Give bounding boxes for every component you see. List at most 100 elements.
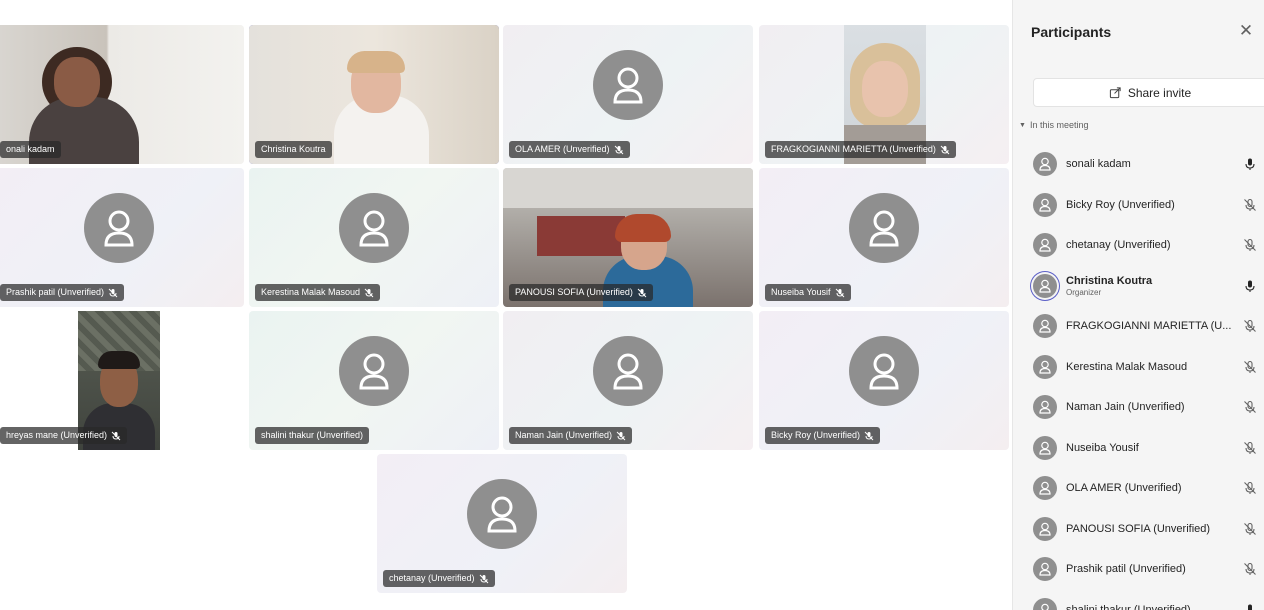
person-icon: [487, 496, 517, 532]
participant-item[interactable]: sonali kadam: [1033, 144, 1264, 184]
person-icon: [359, 210, 389, 246]
participant-item[interactable]: Nuseiba Yousif: [1033, 428, 1264, 468]
person-icon: [1039, 522, 1051, 536]
participant-info: Prashik patil (Unverified): [1066, 563, 1243, 575]
tile-name-tag: shalini thakur (Unverified): [255, 427, 370, 444]
participant-item[interactable]: Bicky Roy (Unverified): [1033, 185, 1264, 225]
participant-info: Naman Jain (Unverified): [1066, 401, 1243, 413]
person-icon: [1039, 198, 1051, 212]
participant-avatar: [1033, 476, 1057, 500]
mic-muted-icon: [940, 145, 950, 155]
video-tile-active-speaker[interactable]: Christina Koutra: [249, 25, 499, 164]
participant-item[interactable]: chetanay (Unverified): [1033, 225, 1264, 265]
video-tile[interactable]: Prashik patil (Unverified): [0, 168, 244, 307]
participant-avatar: [1033, 192, 1057, 217]
tile-name-tag: Nuseiba Yousif: [765, 284, 851, 301]
participant-avatar: [1033, 597, 1057, 610]
mic-muted-icon: [364, 288, 374, 298]
person-icon: [869, 353, 899, 389]
video-tile[interactable]: FRAGKOGIANNI MARIETTA (Unverified): [759, 25, 1009, 164]
person-icon: [613, 353, 643, 389]
close-button[interactable]: ✕: [1237, 22, 1255, 40]
participant-item[interactable]: Prashik patil (Unverified): [1033, 549, 1264, 589]
tile-name-tag: Bicky Roy (Unverified): [765, 427, 881, 444]
person-icon: [359, 353, 389, 389]
participant-item[interactable]: Naman Jain (Unverified): [1033, 387, 1264, 427]
mic-icon: [1243, 157, 1257, 171]
avatar: [849, 192, 919, 263]
person-icon: [1041, 603, 1049, 610]
share-invite-button[interactable]: Share invite: [1033, 78, 1264, 107]
person-icon: [1039, 319, 1051, 333]
participant-name: Bicky Roy (Unverified): [1066, 198, 1175, 211]
video-tile[interactable]: Nuseiba Yousif: [759, 168, 1009, 307]
video-tile[interactable]: onali kadam: [0, 25, 244, 164]
mic-muted-icon: [111, 431, 121, 441]
tile-name-tag: onali kadam: [0, 141, 61, 158]
tile-name-tag: OLA AMER (Unverified): [509, 141, 630, 158]
participant-name: shalini thakur (Unverified): [1066, 603, 1191, 610]
mic-muted-icon: [1243, 562, 1257, 576]
participant-avatar: [1033, 516, 1057, 541]
participant-avatar: [1033, 354, 1057, 379]
mic-muted-icon: [1243, 319, 1257, 333]
video-tile[interactable]: OLA AMER (Unverified): [503, 25, 753, 164]
mic-icon: [1243, 603, 1257, 610]
avatar: [593, 49, 663, 120]
mic-muted-icon: [1243, 400, 1257, 414]
person-icon: [1039, 562, 1051, 576]
participant-info: Kerestina Malak Masoud: [1066, 361, 1243, 373]
participant-avatar: [1033, 557, 1057, 581]
video-tile[interactable]: Bicky Roy (Unverified): [759, 311, 1009, 450]
participant-name: Christina Koutra: [1066, 274, 1153, 287]
participant-info: PANOUSI SOFIA (Unverified): [1066, 523, 1243, 535]
caret-down-icon: ▼: [1019, 121, 1026, 129]
person-icon: [1039, 360, 1051, 374]
tile-name-tag: PANOUSI SOFIA (Unverified): [509, 284, 653, 301]
participant-info: Christina Koutra Organizer: [1066, 275, 1243, 297]
participant-avatar: [1033, 314, 1057, 338]
in-meeting-section-toggle[interactable]: ▼ In this meeting: [1019, 120, 1088, 130]
participant-role: Organizer: [1066, 287, 1102, 297]
avatar: [84, 192, 154, 263]
mic-muted-icon: [1243, 198, 1257, 212]
close-icon: ✕: [1238, 21, 1254, 40]
person-icon: [104, 210, 134, 246]
avatar: [593, 335, 663, 406]
participant-name: Naman Jain (Unverified): [1066, 401, 1185, 413]
mic-muted-icon: [616, 431, 626, 441]
participant-item[interactable]: OLA AMER (Unverified): [1033, 468, 1264, 508]
mic-muted-icon: [614, 145, 624, 155]
person-icon: [1039, 238, 1051, 252]
participant-name: Kerestina Malak Masoud: [1066, 360, 1188, 373]
avatar: [467, 478, 537, 549]
participant-info: Nuseiba Yousif: [1066, 442, 1243, 454]
mic-muted-icon: [1243, 238, 1257, 252]
tile-name-tag: Prashik patil (Unverified): [0, 284, 125, 301]
person-icon: [1039, 157, 1051, 171]
section-label: In this meeting: [1029, 120, 1089, 130]
video-tile[interactable]: chetanay (Unverified): [377, 454, 627, 593]
mic-muted-icon: [1243, 522, 1257, 536]
participant-avatar: [1033, 233, 1057, 257]
mic-muted-icon: [1243, 481, 1257, 495]
participant-item[interactable]: Kerestina Malak Masoud: [1033, 347, 1264, 387]
participant-name: PANOUSI SOFIA (Unverified): [1066, 522, 1211, 535]
person-icon: [1039, 481, 1051, 495]
video-stage: onali kadam Christina Koutra OLA AMER (U…: [0, 0, 1012, 610]
video-tile[interactable]: PANOUSI SOFIA (Unverified): [503, 168, 753, 307]
participant-info: chetanay (Unverified): [1066, 239, 1243, 251]
tile-name-tag: chetanay (Unverified): [383, 570, 495, 587]
participant-item[interactable]: FRAGKOGIANNI MARIETTA (U...: [1033, 306, 1264, 346]
participant-item[interactable]: Christina Koutra Organizer: [1033, 266, 1264, 306]
participant-item[interactable]: PANOUSI SOFIA (Unverified): [1033, 509, 1264, 549]
video-tile[interactable]: Kerestina Malak Masoud: [249, 168, 499, 307]
video-tile[interactable]: hreyas mane (Unverified): [0, 311, 244, 450]
participant-item[interactable]: shalini thakur (Unverified): [1033, 590, 1264, 610]
video-tile[interactable]: shalini thakur (Unverified): [249, 311, 499, 450]
mic-muted-icon: [479, 574, 489, 584]
mic-muted-icon: [835, 288, 845, 298]
video-tile[interactable]: Naman Jain (Unverified): [503, 311, 753, 450]
share-invite-label: Share invite: [1127, 85, 1192, 100]
tile-name-tag: Naman Jain (Unverified): [509, 427, 633, 444]
